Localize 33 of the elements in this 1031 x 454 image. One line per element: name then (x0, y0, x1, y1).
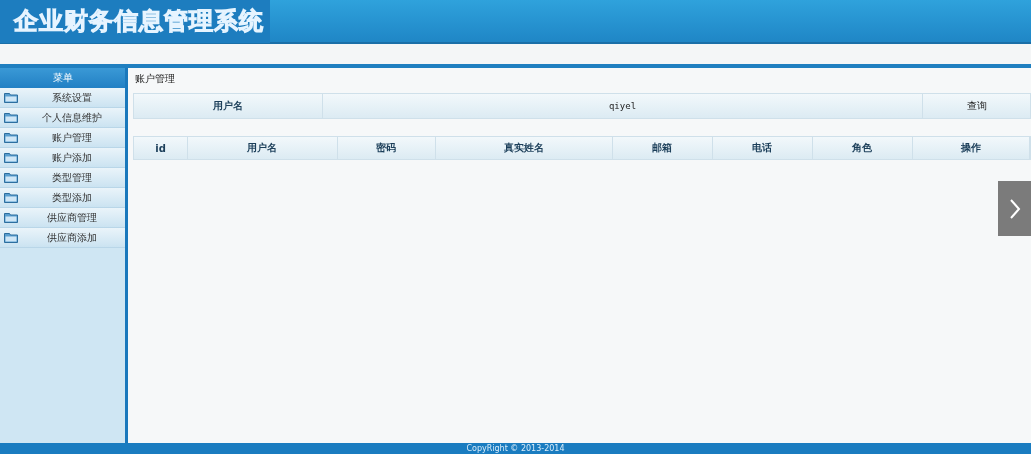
column-header: 用户名 (188, 137, 338, 159)
next-button[interactable] (998, 181, 1031, 236)
app-title: 企业财务信息管理系统 (0, 0, 270, 43)
copyright-text: CopyRight © 2013-2014 (466, 443, 565, 454)
sidebar-item[interactable]: 账户管理 (0, 128, 125, 148)
column-header: id (134, 137, 189, 159)
sidebar-item[interactable]: 账户添加 (0, 148, 125, 168)
sidebar-item[interactable]: 系统设置 (0, 88, 125, 108)
column-header: 真实姓名 (435, 137, 613, 159)
folder-icon (4, 172, 18, 183)
column-header: 邮箱 (613, 137, 713, 159)
menu-title: 菜单 (0, 68, 125, 88)
username-field[interactable]: qiyel (323, 93, 923, 119)
folder-icon (4, 152, 18, 163)
folder-icon (4, 232, 18, 243)
sidebar-item[interactable]: 供应商管理 (0, 208, 125, 228)
column-header: 密码 (337, 137, 436, 159)
sidebar-item[interactable]: 类型管理 (0, 168, 125, 188)
sidebar-item[interactable]: 个人信息维护 (0, 108, 125, 128)
folder-icon (4, 132, 18, 143)
folder-icon (4, 92, 18, 103)
search-label: 用户名 (133, 93, 323, 119)
query-button[interactable]: 查询 (923, 93, 1031, 119)
column-header: 角色 (812, 137, 913, 159)
sidebar-item[interactable]: 类型添加 (0, 188, 125, 208)
breadcrumb: 账户管理 (134, 72, 176, 86)
folder-icon (4, 212, 18, 223)
folder-icon (4, 192, 18, 203)
folder-icon (4, 112, 18, 123)
column-header: 电话 (712, 137, 813, 159)
chevron-right-icon (1008, 197, 1021, 220)
column-header: 操作 (912, 137, 1030, 159)
sidebar-item[interactable]: 供应商添加 (0, 228, 125, 248)
